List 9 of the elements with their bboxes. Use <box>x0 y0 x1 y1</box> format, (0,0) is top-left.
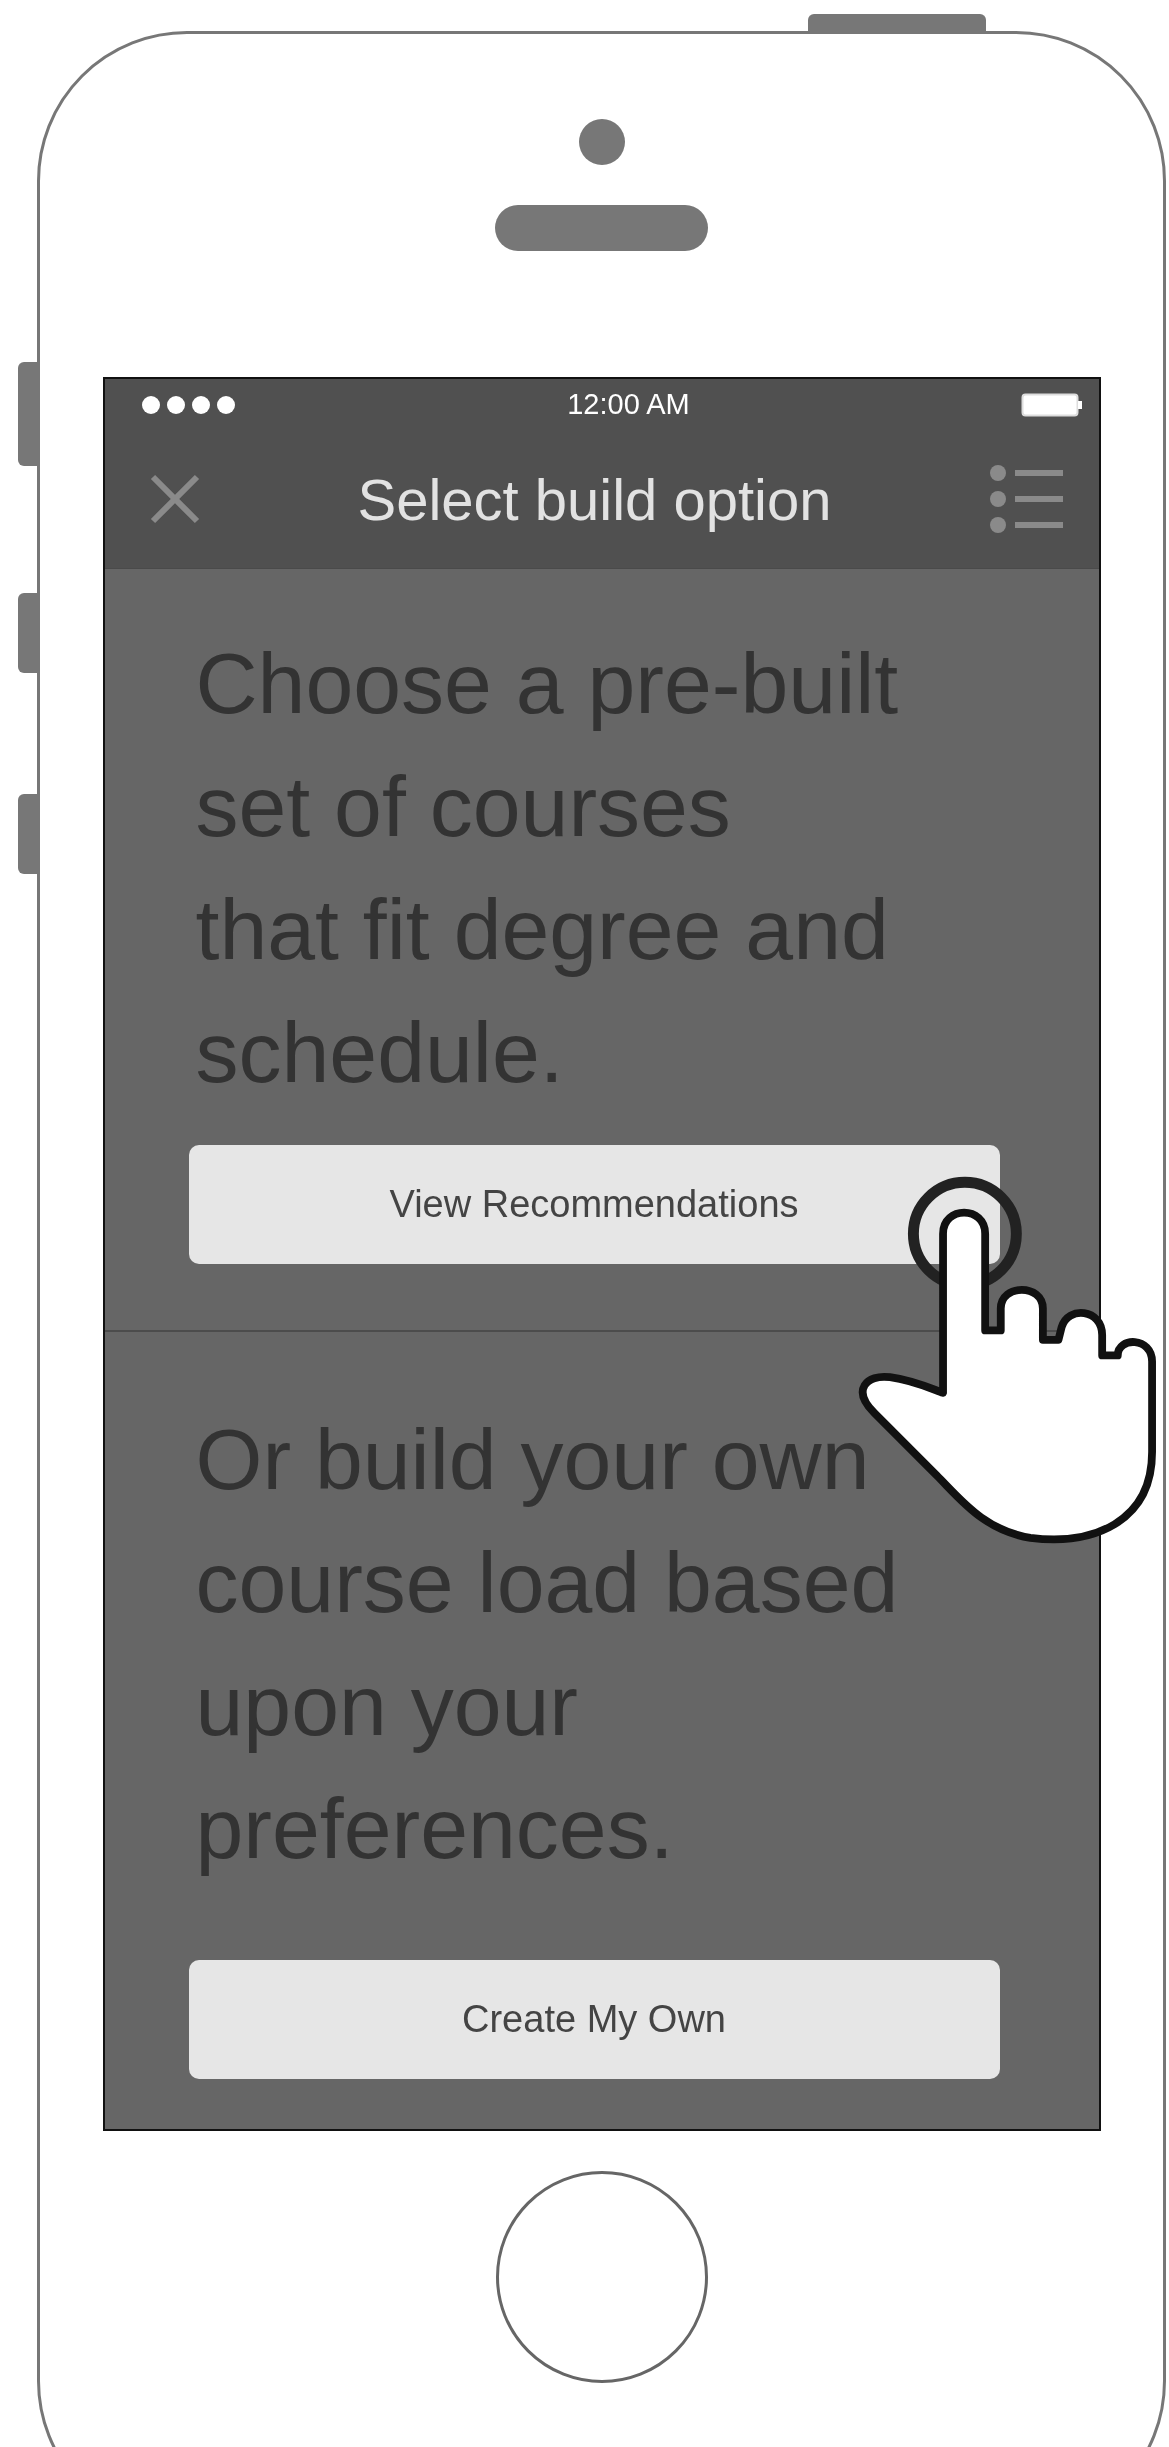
camera <box>578 119 625 165</box>
signal-icon <box>140 394 237 415</box>
option-button[interactable]: View Recommendations <box>188 1145 1000 1264</box>
menu-icon[interactable] <box>988 464 1063 535</box>
close-icon[interactable] <box>148 473 201 526</box>
screen-title: Select build option <box>357 465 832 534</box>
battery-icon <box>1020 392 1083 417</box>
status-time: 12:00 AM <box>567 386 690 422</box>
option-button[interactable]: Create My Own <box>188 1960 1000 2079</box>
